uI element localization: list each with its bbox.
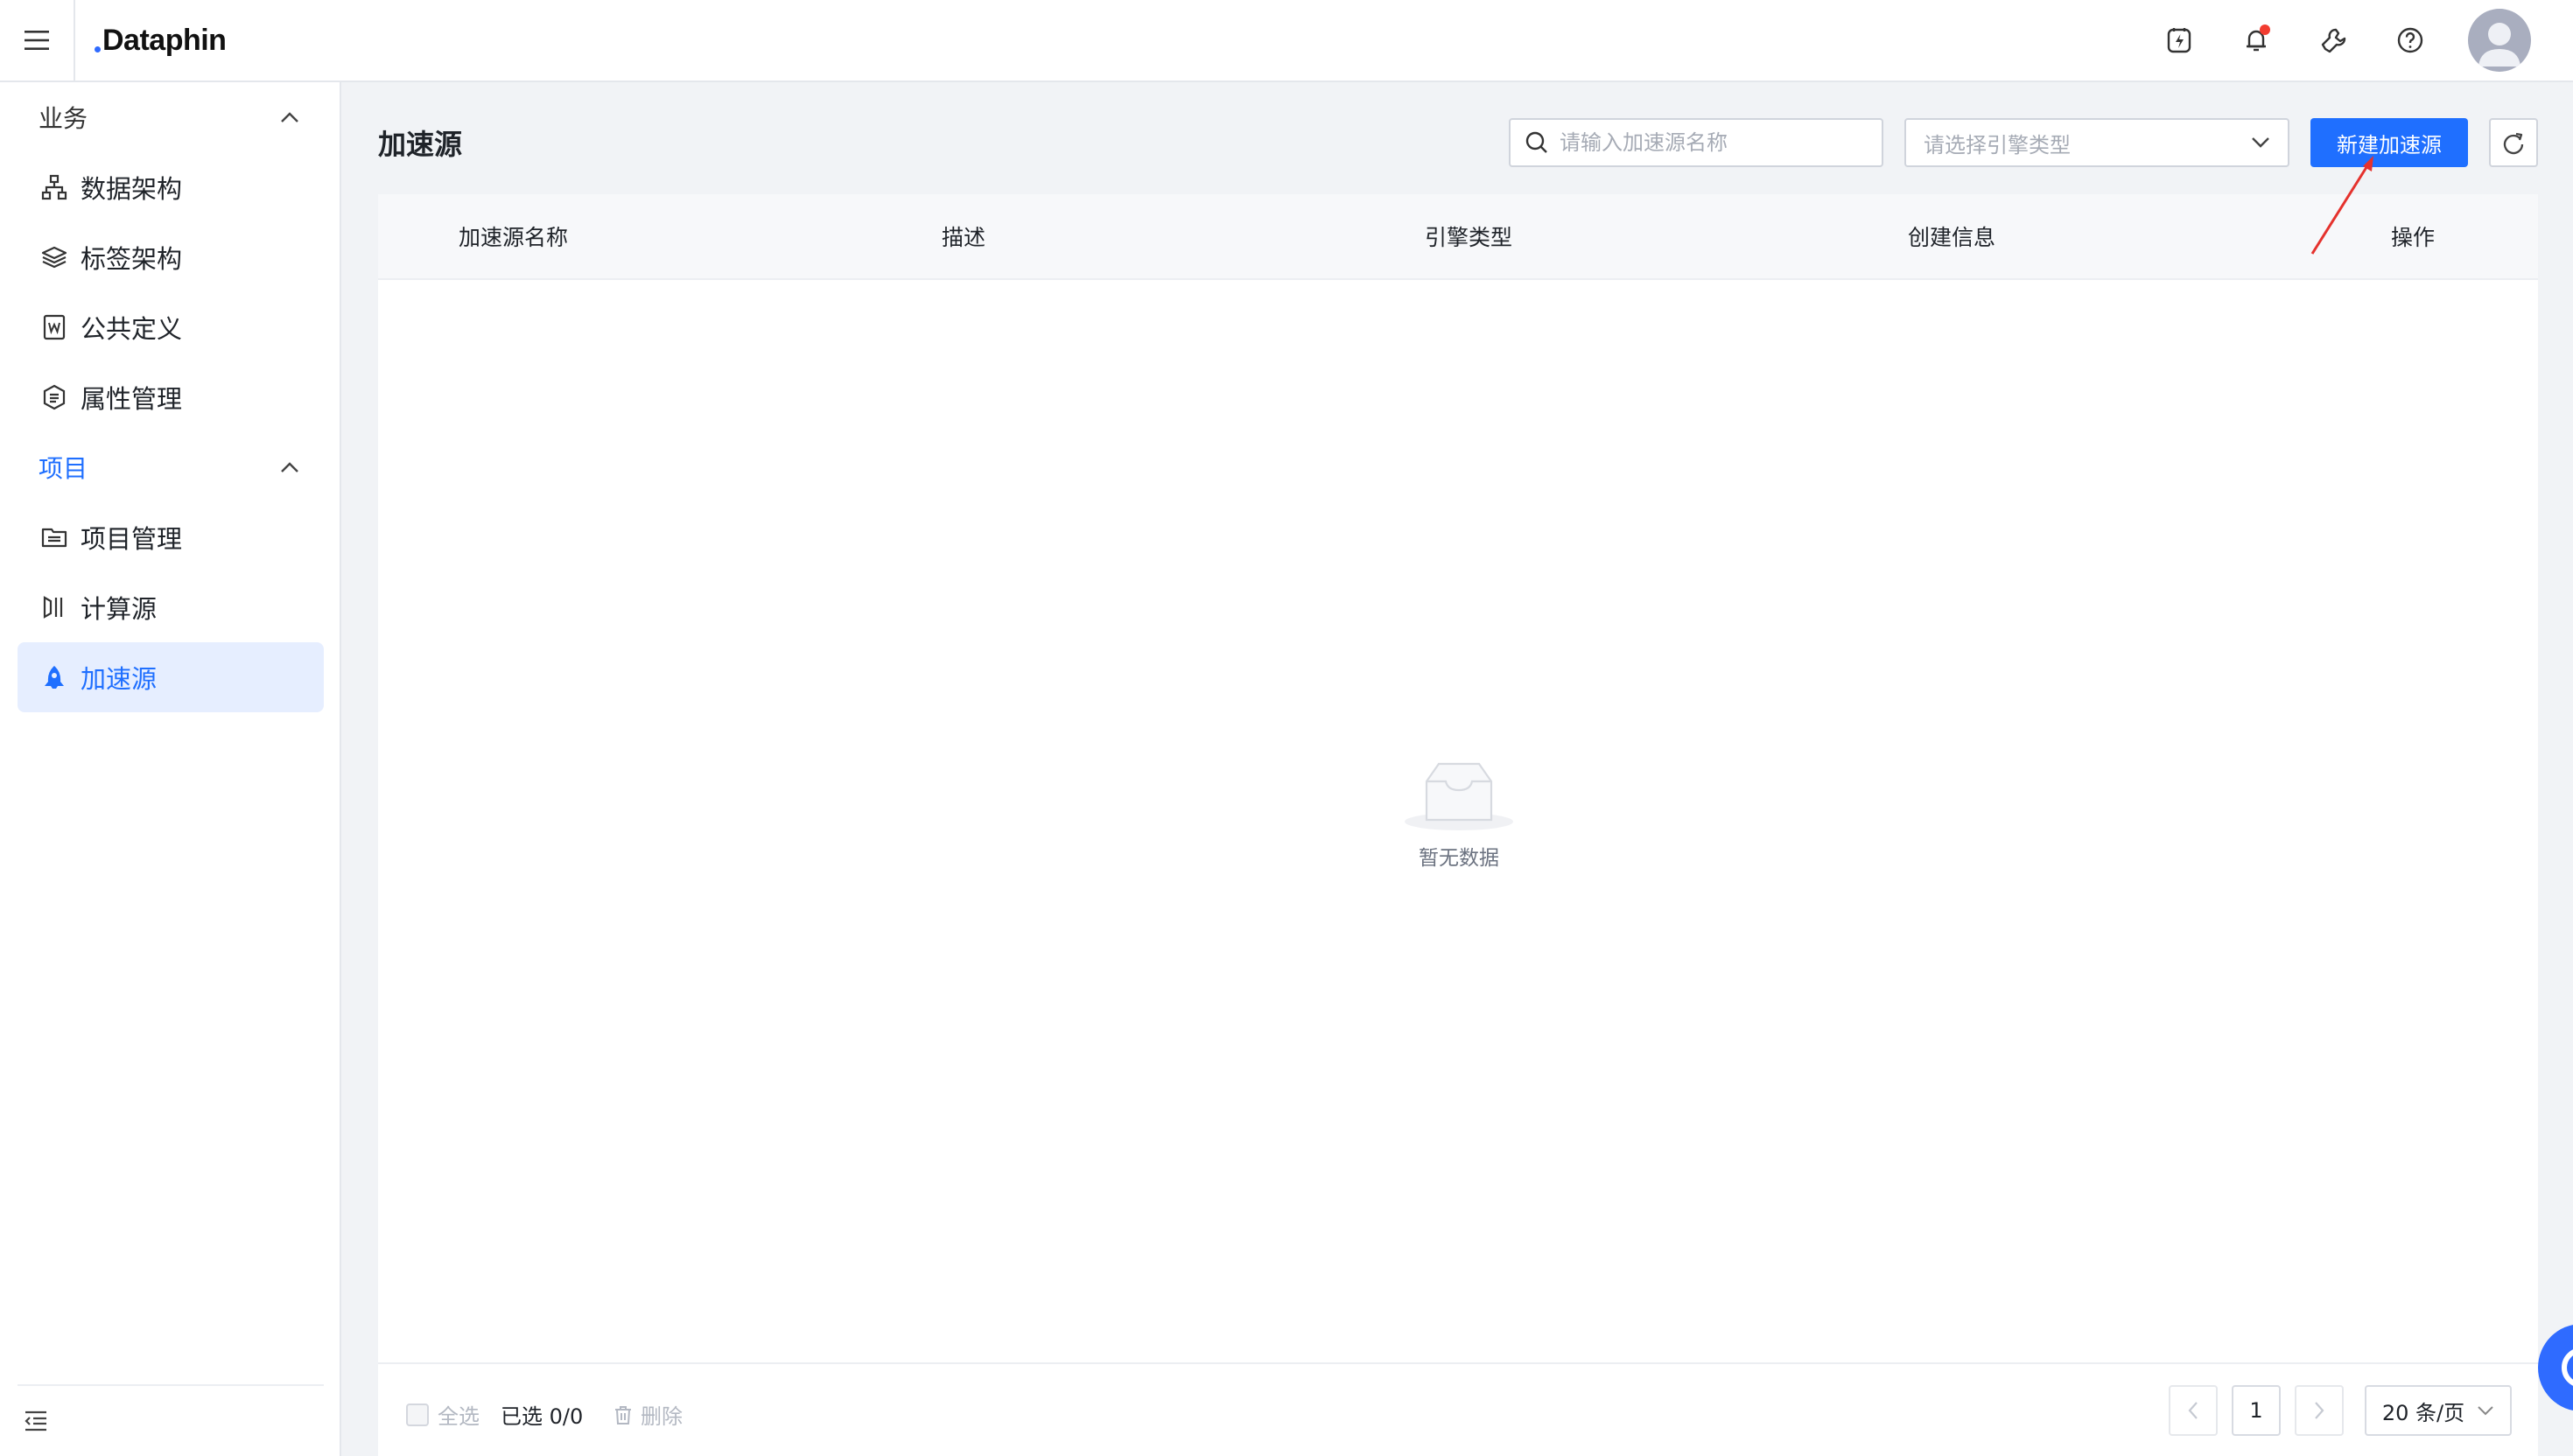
delete-button[interactable]: 删除 [613, 1399, 683, 1430]
refresh-icon [2503, 132, 2524, 155]
avatar-icon [2478, 23, 2520, 66]
attribute-icon [39, 382, 70, 413]
column-header-name: 加速源名称 [459, 225, 569, 250]
collapse-sidebar-button[interactable] [23, 1409, 49, 1433]
logo-text: Dataphin [102, 23, 227, 57]
collapse-menu-icon [25, 1410, 46, 1432]
sidebar: 业务 数据架构 标签架构 公共定义 属性管理 项目 项目管理 计算源 加速源 [0, 82, 341, 1456]
table-header: 加速源名称 描述 引擎类型 创建信息 操作 [378, 194, 2538, 280]
page-size-value: 20 条/页 [2381, 1400, 2465, 1425]
trash-icon [615, 1405, 631, 1424]
sidebar-section-project[interactable]: 项目 [0, 432, 340, 502]
help-icon [2397, 27, 2423, 53]
section-label: 业务 [39, 104, 88, 133]
prev-page-button[interactable] [2169, 1385, 2218, 1436]
help-button[interactable] [2391, 21, 2429, 60]
search-icon [1525, 131, 1547, 153]
quick-action-button[interactable] [2160, 21, 2198, 60]
menu-icon [25, 31, 49, 50]
refresh-button[interactable] [2489, 118, 2538, 167]
chevron-down-icon [2478, 1406, 2493, 1416]
notification-button[interactable] [2237, 21, 2275, 60]
acceleration-source-table: 加速源名称 描述 引擎类型 创建信息 操作 暂无数据 [378, 194, 2538, 1362]
layers-icon [39, 242, 70, 273]
dataphin-logo[interactable]: Dataphin [95, 21, 227, 60]
folder-icon [39, 522, 70, 553]
chevron-right-icon [2315, 1402, 2324, 1419]
sidebar-item-acceleration-source[interactable]: 加速源 [18, 642, 324, 712]
sidebar-item-attribute-management[interactable]: 属性管理 [18, 362, 324, 432]
sidebar-item-project-management[interactable]: 项目管理 [18, 502, 324, 572]
select-all-checkbox[interactable]: 全选 [406, 1399, 480, 1430]
column-header-engine-type: 引擎类型 [1425, 225, 1513, 250]
empty-state-text: 暂无数据 [1419, 847, 1499, 870]
tools-button[interactable] [2314, 21, 2352, 60]
column-header-actions: 操作 [2391, 225, 2436, 250]
sidebar-section-business[interactable]: 业务 [0, 82, 340, 152]
sidebar-item-label: 数据架构 [81, 174, 183, 204]
logo-dot [95, 46, 101, 52]
annotation-arrow [2310, 156, 2373, 255]
delete-label: 删除 [641, 1404, 683, 1429]
rocket-icon [39, 662, 70, 693]
sidebar-collapse-area [18, 1384, 324, 1456]
chevron-up-icon [281, 462, 298, 472]
search-box[interactable] [1509, 118, 1883, 167]
sidebar-item-label: 标签架构 [81, 244, 183, 274]
top-icon-group [2160, 0, 2573, 80]
select-all-label: 全选 [438, 1404, 480, 1429]
engine-type-placeholder: 请选择引擎类型 [1924, 132, 2071, 158]
floating-assistant-button[interactable] [2538, 1324, 2573, 1411]
sidebar-item-label: 项目管理 [81, 524, 183, 554]
sidebar-item-compute-source[interactable]: 计算源 [18, 572, 324, 642]
top-bar: Dataphin [0, 0, 2573, 82]
user-avatar[interactable] [2468, 9, 2531, 72]
sidebar-item-label: 计算源 [81, 594, 158, 624]
engine-type-select[interactable]: 请选择引擎类型 [1904, 118, 2289, 167]
hierarchy-icon [39, 172, 70, 203]
wrench-icon [2321, 28, 2346, 53]
menu-toggle-button[interactable] [0, 0, 75, 80]
page-number-current[interactable]: 1 [2232, 1385, 2281, 1436]
notification-badge [2260, 24, 2270, 35]
table-footer: 全选 已选 0/0 删除 1 20 条/页 [378, 1362, 2538, 1456]
checkbox-box [406, 1403, 429, 1426]
assistant-icon [2562, 1349, 2573, 1386]
sidebar-item-label: 加速源 [81, 664, 158, 694]
search-input[interactable] [1560, 130, 1875, 155]
selected-count: 已选 0/0 [501, 1404, 584, 1429]
sidebar-item-label: 属性管理 [81, 384, 183, 414]
lightning-icon [2167, 28, 2191, 53]
section-label: 项目 [39, 454, 88, 483]
word-doc-icon [39, 312, 70, 343]
sidebar-item-public-definition[interactable]: 公共定义 [18, 292, 324, 362]
page-title: 加速源 [378, 128, 463, 161]
chevron-left-icon [2188, 1402, 2198, 1419]
page-size-select[interactable]: 20 条/页 [2365, 1385, 2512, 1436]
compute-source-icon [39, 592, 70, 623]
next-page-button[interactable] [2295, 1385, 2344, 1436]
sidebar-item-data-architecture[interactable]: 数据架构 [18, 152, 324, 222]
empty-inbox-icon [1405, 762, 1513, 830]
empty-state: 暂无数据 [1367, 759, 1551, 871]
chevron-down-icon [2252, 137, 2269, 148]
sidebar-item-tag-architecture[interactable]: 标签架构 [18, 222, 324, 292]
sidebar-item-label: 公共定义 [81, 314, 183, 344]
chevron-up-icon [281, 112, 298, 122]
column-header-description: 描述 [942, 225, 986, 250]
column-header-creation-info: 创建信息 [1908, 225, 1996, 250]
